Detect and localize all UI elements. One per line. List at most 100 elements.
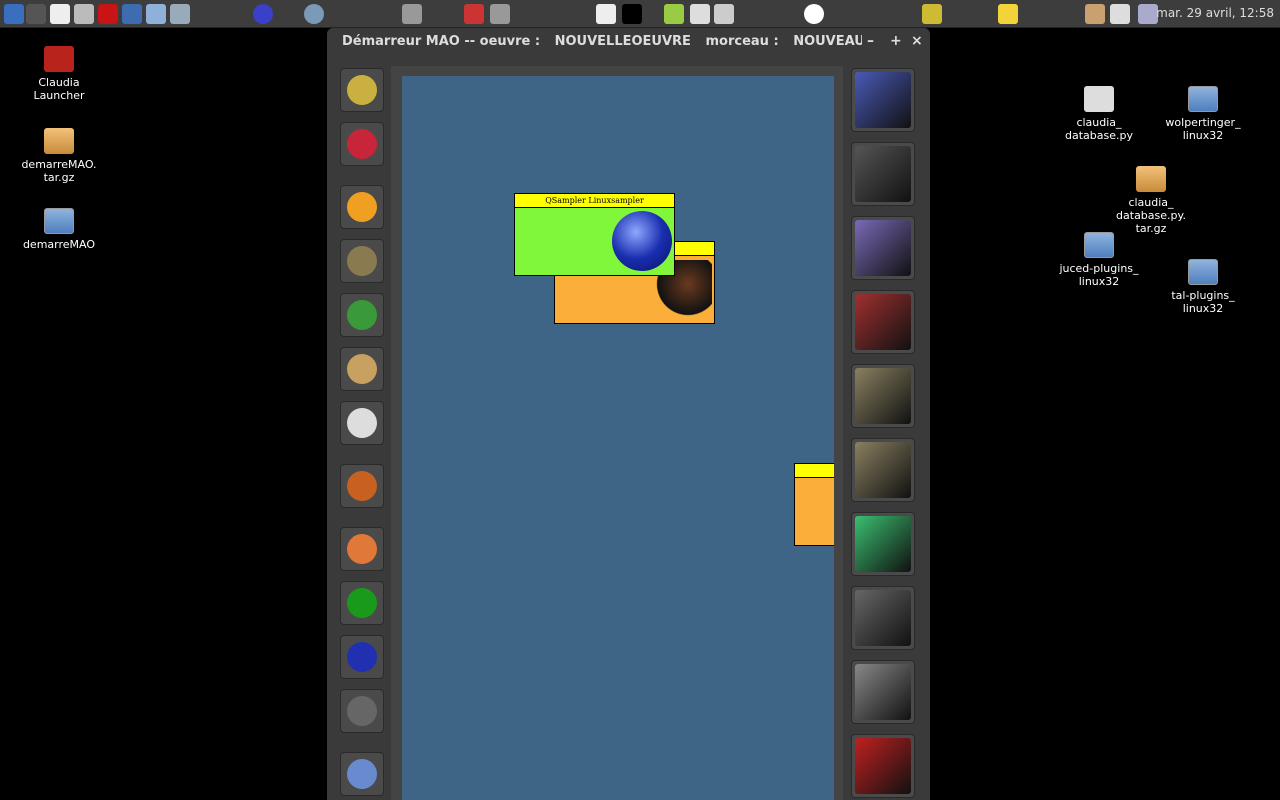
launch-button[interactable]	[340, 68, 384, 112]
tux-button[interactable]	[851, 660, 915, 724]
desktop-item[interactable]: claudia_ database.py. tar.gz	[1106, 166, 1196, 235]
rosegarden-icon	[347, 192, 377, 222]
launch-button[interactable]	[340, 689, 384, 733]
desktop-item-label: claudia_ database.py	[1065, 116, 1133, 142]
document-icon[interactable]	[690, 4, 710, 24]
morceau-name: NOUVEAUMORCEAU	[793, 34, 862, 49]
top-panel	[0, 0, 1280, 28]
left-toolbar	[337, 68, 387, 800]
desktop-item[interactable]: wolpertinger_ linux32	[1158, 86, 1248, 142]
launch-button[interactable]	[340, 401, 384, 445]
knot-icon	[347, 471, 377, 501]
tux-button[interactable]	[851, 586, 915, 650]
tux-button[interactable]	[851, 734, 915, 798]
tux-cd-icon	[855, 220, 911, 276]
linuxsampler-icon	[347, 642, 377, 672]
node-qsampler[interactable]: QSampler Linuxsampler	[514, 193, 675, 276]
drum-icon	[347, 408, 377, 438]
trash-icon[interactable]	[664, 4, 684, 24]
folder-icon	[1188, 86, 1218, 112]
claws-mail-icon[interactable]	[253, 4, 273, 24]
desktop-item[interactable]: tal-plugins_ linux32	[1158, 259, 1248, 315]
desktop-item-label: juced-plugins_ linux32	[1059, 262, 1139, 288]
tux-hammer-icon	[855, 442, 911, 498]
tux-concert-icon	[855, 72, 911, 128]
launch-button[interactable]	[340, 635, 384, 679]
cpu-monitor-icon[interactable]	[622, 4, 642, 24]
jack-cable-icon	[347, 75, 377, 105]
pen-icon[interactable]	[714, 4, 734, 24]
search-icon[interactable]	[170, 4, 190, 24]
tux-builder-icon	[855, 368, 911, 424]
session-canvas[interactable]: QSampler Linuxsampler	[402, 76, 834, 800]
fish-icon[interactable]	[4, 4, 24, 24]
desktop-item[interactable]: Claudia Launcher	[14, 46, 104, 102]
ardour-icon	[347, 129, 377, 159]
minimize-button[interactable]: –	[867, 33, 874, 49]
tux-button[interactable]	[851, 216, 915, 280]
disc-burner-icon[interactable]	[74, 4, 94, 24]
volume-icon[interactable]	[1138, 4, 1158, 24]
desktop-item[interactable]: demarreMAO	[14, 208, 104, 251]
terminal-icon[interactable]	[26, 4, 46, 24]
linuxsampler-icon	[612, 211, 672, 271]
launch-button[interactable]	[340, 185, 384, 229]
claudia-launcher-icon	[44, 46, 74, 72]
launch-button[interactable]	[340, 527, 384, 571]
title-app: Démarreur MAO -- oeuvre :	[342, 34, 541, 49]
tux-button[interactable]	[851, 512, 915, 576]
launch-button[interactable]	[340, 464, 384, 508]
tux-button[interactable]	[851, 68, 915, 132]
tux-button[interactable]	[851, 364, 915, 428]
tux-toolbox-icon	[855, 738, 911, 794]
a-icon[interactable]	[804, 4, 824, 24]
lmms-icon	[347, 300, 377, 330]
tux-bookshelf-icon	[855, 294, 911, 350]
filezilla-icon[interactable]	[98, 4, 118, 24]
screenshot-icon[interactable]	[490, 4, 510, 24]
computer-icon[interactable]	[122, 4, 142, 24]
launch-button[interactable]	[340, 581, 384, 625]
settings-icon[interactable]	[402, 4, 422, 24]
launch-button[interactable]	[340, 752, 384, 796]
desktop-item-label: tal-plugins_ linux32	[1171, 289, 1235, 315]
ssr-icon[interactable]	[464, 4, 484, 24]
node-header: QSampler Linuxsampler	[515, 194, 674, 208]
folder-icon	[44, 208, 74, 234]
maximize-button[interactable]: +	[890, 33, 902, 49]
oscilloscope-icon	[347, 588, 377, 618]
tux-button[interactable]	[851, 438, 915, 502]
pencil-icon[interactable]	[922, 4, 942, 24]
file-manager-icon[interactable]	[146, 4, 166, 24]
note-icon[interactable]	[998, 4, 1018, 24]
clock[interactable]: mar. 29 avril, 12:58	[1156, 6, 1274, 20]
node-offscreen[interactable]	[794, 463, 834, 546]
gramophone-icon	[347, 246, 377, 276]
desktop-item[interactable]: juced-plugins_ linux32	[1054, 232, 1144, 288]
tux-trash-icon	[855, 590, 911, 646]
network-icon[interactable]	[1110, 4, 1130, 24]
desktop-item-label: demarreMAO	[22, 238, 96, 251]
archive-icon	[44, 128, 74, 154]
close-button[interactable]: ×	[911, 33, 923, 49]
archive-icon	[1136, 166, 1166, 192]
tux-button[interactable]	[851, 142, 915, 206]
python-file-icon	[1084, 86, 1114, 112]
clipboard-icon[interactable]	[1085, 4, 1105, 24]
oeuvre-name: NOUVELLEOEUVRE	[554, 34, 691, 49]
desktop-item[interactable]: claudia_ database.py	[1054, 86, 1144, 142]
launch-button[interactable]	[340, 347, 384, 391]
drop-icon	[347, 534, 377, 564]
usb-icon[interactable]	[596, 4, 616, 24]
desktop-item-label: demarreMAO. tar.gz	[21, 158, 97, 184]
chromium-icon[interactable]	[304, 4, 324, 24]
launch-button[interactable]	[340, 293, 384, 337]
text-editor-icon[interactable]	[50, 4, 70, 24]
launch-button[interactable]	[340, 122, 384, 166]
demarreur-mao-window: Démarreur MAO -- oeuvre : NOUVELLEOEUVRE…	[327, 28, 930, 800]
launch-button[interactable]	[340, 239, 384, 283]
desktop-item[interactable]: demarreMAO. tar.gz	[14, 128, 104, 184]
window-title: Démarreur MAO -- oeuvre : NOUVELLEOEUVRE…	[342, 34, 862, 49]
desktop-item-label: Claudia Launcher	[33, 76, 85, 102]
tux-button[interactable]	[851, 290, 915, 354]
